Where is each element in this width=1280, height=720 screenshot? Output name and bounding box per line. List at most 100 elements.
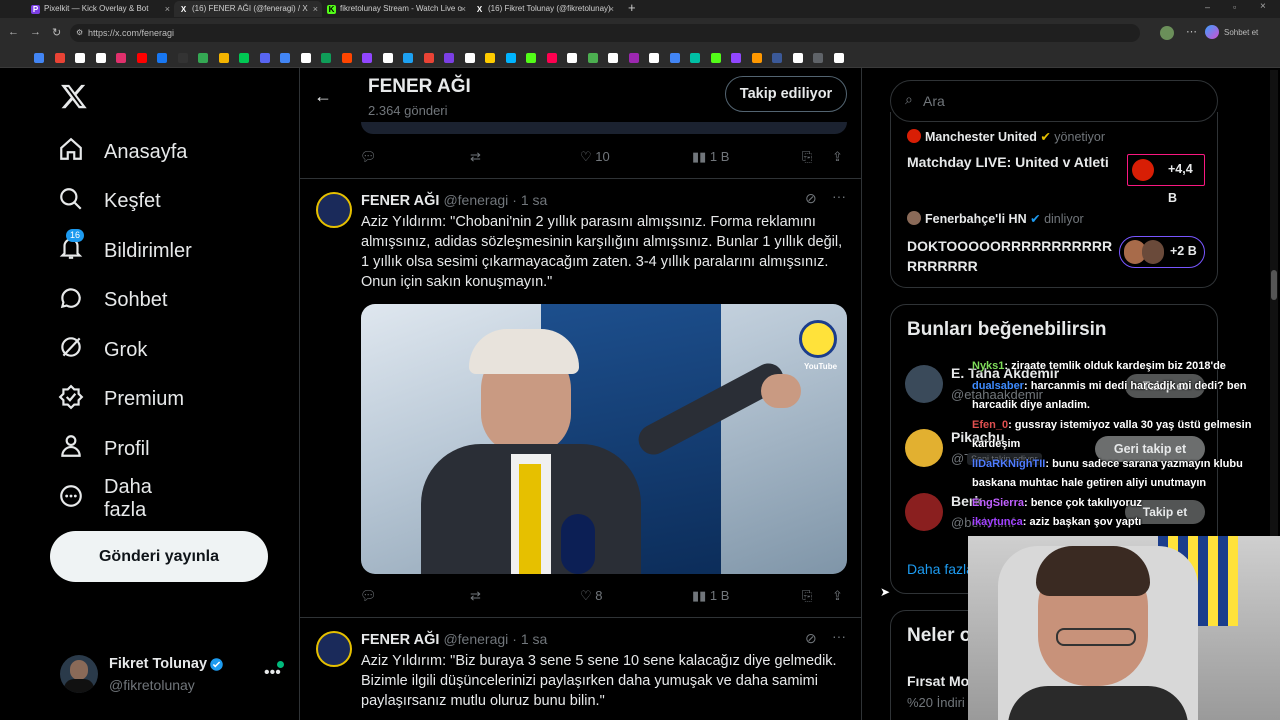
bookmark-icon[interactable]	[423, 53, 434, 63]
bookmark-icon[interactable]	[731, 53, 741, 63]
show-more-link[interactable]: Daha fazla	[907, 561, 974, 577]
bookmark-icon[interactable]	[259, 53, 270, 63]
scrollbar-thumb[interactable]	[1271, 270, 1277, 300]
bookmark-icon[interactable]	[608, 53, 618, 63]
like-button[interactable]: ♡ 10	[580, 149, 610, 165]
host-name[interactable]: Fenerbahçe'li HN	[925, 212, 1027, 226]
avatar[interactable]	[316, 192, 352, 228]
reload-icon[interactable]: ↻	[52, 26, 61, 39]
post-button[interactable]: Gönderi yayınla	[50, 531, 268, 582]
tab-fikretolunay[interactable]: X (16) Fikret Tolunay (@fikretolunay) ×	[470, 1, 618, 17]
url-input[interactable]: ⚙ https://x.com/feneragi	[70, 24, 1140, 42]
close-icon[interactable]: ×	[313, 1, 318, 17]
timestamp[interactable]: · 1 sa	[512, 192, 547, 208]
tab-kick-stream[interactable]: Kfikretolunay Stream - Watch Live o ×	[322, 1, 470, 17]
avatar[interactable]	[905, 493, 943, 531]
sidebar-item-anasayfa[interactable]: Anasayfa	[58, 132, 187, 172]
more-icon[interactable]: ···	[832, 188, 846, 204]
bookmark-icon[interactable]	[649, 53, 659, 63]
timestamp[interactable]: · 1 sa	[512, 631, 547, 647]
bookmark-icon[interactable]	[792, 53, 803, 63]
account-avatar[interactable]	[60, 655, 98, 693]
grok-icon[interactable]: ⊘	[805, 630, 817, 647]
bookmark-icon[interactable]	[321, 53, 331, 63]
bookmark-icon[interactable]	[239, 53, 249, 63]
bookmark-icon[interactable]	[669, 53, 680, 63]
retweet-icon[interactable]: ⇄	[470, 588, 481, 604]
retweet-icon[interactable]: ⇄	[470, 149, 481, 165]
close-icon[interactable]: ×	[609, 1, 614, 17]
sohbet-et-label[interactable]: Sohbet et	[1224, 28, 1258, 37]
bookmark-icon[interactable]	[403, 53, 413, 63]
close-icon[interactable]: ×	[461, 1, 466, 17]
space-title[interactable]: DOKTOOOOORRRRRRRRRRRRRRRRRR	[907, 236, 1119, 276]
bookmark-icon[interactable]: ⎘	[802, 588, 812, 604]
bookmark-icon[interactable]	[567, 53, 577, 63]
bookmark-icon[interactable]	[362, 53, 372, 63]
bookmark-icon[interactable]	[116, 53, 126, 63]
close-icon[interactable]: ×	[165, 1, 170, 17]
tab-feneragi[interactable]: X (16) FENER AĞI (@feneragi) / X ×	[174, 1, 322, 17]
new-tab-icon[interactable]: +	[628, 0, 636, 15]
author-handle[interactable]: @feneragi	[443, 631, 508, 647]
bookmark-icon[interactable]	[751, 53, 762, 63]
sidebar-item-keşfet[interactable]: Keşfet	[58, 182, 161, 222]
bookmark-icon[interactable]	[833, 53, 844, 63]
views-button[interactable]: ▮▮ 1 B	[692, 588, 729, 604]
bookmark-icon[interactable]	[526, 53, 536, 63]
bookmark-icon[interactable]	[75, 53, 85, 63]
forward-icon[interactable]: →	[30, 26, 41, 38]
share-icon[interactable]: ⇪	[832, 149, 843, 165]
x-logo-icon[interactable]	[60, 82, 88, 110]
bookmark-icon[interactable]	[54, 53, 65, 63]
bookmark-icon[interactable]	[546, 53, 557, 63]
grok-icon[interactable]: ⊘	[805, 190, 817, 207]
space-title[interactable]: Matchday LIVE: United v Atleti	[907, 154, 1109, 170]
back-arrow-icon[interactable]: ←	[314, 86, 332, 107]
bookmark-icon[interactable]	[710, 53, 721, 63]
bookmark-icon[interactable]	[587, 53, 598, 63]
bookmark-icon[interactable]	[690, 53, 700, 63]
tab-pixelkit[interactable]: P Pixelkit — Kick Overlay & Bot ×	[26, 1, 174, 17]
sidebar-item-sohbet[interactable]: Sohbet	[58, 281, 167, 321]
author-name[interactable]: FENER AĞI	[361, 193, 439, 209]
bookmark-icon[interactable]	[444, 53, 454, 63]
following-button[interactable]: Takip ediliyor	[725, 76, 847, 112]
author-handle[interactable]: @feneragi	[443, 192, 508, 208]
trend-item[interactable]: Fırsat Mo	[907, 673, 969, 689]
like-button[interactable]: ♡ 8	[580, 588, 603, 604]
views-button[interactable]: ▮▮ 1 B	[692, 149, 729, 165]
bookmark-icon[interactable]	[341, 53, 352, 63]
bookmark-icon[interactable]	[157, 53, 167, 63]
bookmark-icon[interactable]	[464, 53, 475, 63]
sidebar-item-grok[interactable]: Grok	[58, 330, 147, 370]
sidebar-item-premium[interactable]: Premium	[58, 380, 184, 420]
author-name[interactable]: FENER AĞI	[361, 632, 439, 648]
bookmark-icon[interactable]	[628, 53, 639, 63]
minimize-icon[interactable]: –	[1205, 2, 1210, 12]
sidebar-item-daha-fazla[interactable]: Daha fazla	[58, 476, 152, 521]
avatar[interactable]	[316, 631, 352, 667]
sidebar-item-bildirimler[interactable]: 16 Bildirimler	[58, 229, 192, 271]
share-icon[interactable]: ⇪	[832, 588, 843, 604]
window-close-icon[interactable]: ×	[1260, 1, 1266, 12]
maximize-icon[interactable]: ▫	[1233, 2, 1236, 12]
bookmark-icon[interactable]	[177, 53, 188, 63]
reply-icon[interactable]: 💬︎	[360, 149, 377, 165]
reply-icon[interactable]: 💬︎	[360, 588, 377, 604]
bookmark-icon[interactable]	[280, 53, 290, 63]
bookmark-icon[interactable]	[34, 53, 44, 63]
sidebar-item-profil[interactable]: Profil	[58, 429, 150, 469]
copilot-icon[interactable]	[1205, 25, 1219, 39]
bookmark-icon[interactable]	[485, 53, 495, 63]
menu-icon[interactable]: ⋯	[1186, 25, 1197, 38]
bookmark-icon[interactable]	[505, 53, 516, 63]
host-name[interactable]: Manchester United	[925, 130, 1037, 144]
avatar[interactable]	[905, 429, 943, 467]
bookmark-icon[interactable]: ⎘	[802, 149, 812, 165]
bookmark-icon[interactable]	[198, 53, 208, 63]
bookmark-icon[interactable]	[218, 53, 229, 63]
bookmark-icon[interactable]	[300, 53, 311, 63]
video-media[interactable]: YouTube	[361, 304, 847, 574]
bookmark-icon[interactable]	[136, 53, 147, 63]
